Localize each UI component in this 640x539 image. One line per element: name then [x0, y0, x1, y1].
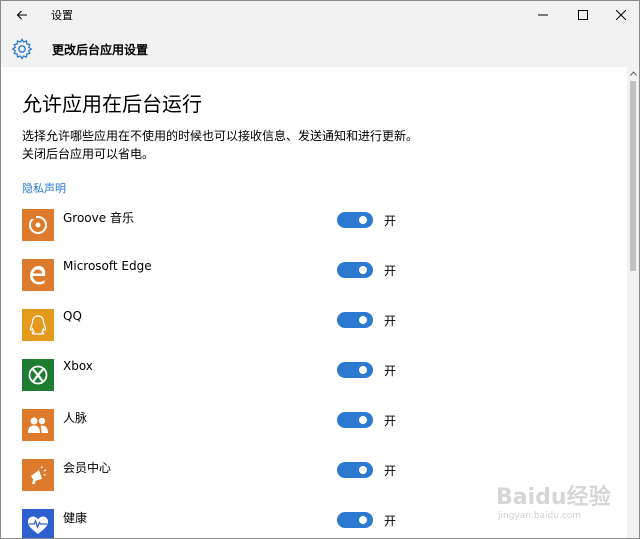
background-toggle-groove[interactable]: [337, 212, 373, 228]
groove-music-icon: [22, 209, 54, 241]
megaphone-icon: [22, 459, 54, 491]
privacy-statement-link[interactable]: 隐私声明: [22, 180, 66, 196]
header-title: 更改后台应用设置: [52, 43, 149, 57]
back-button[interactable]: [1, 1, 43, 29]
app-row-xbox: Xbox 开: [22, 359, 422, 393]
close-button[interactable]: [599, 1, 639, 29]
page-description: 选择允许哪些应用在不使用的时候也可以接收信息、发送通知和进行更新。关闭后台应用可…: [22, 129, 419, 161]
app-row-qq: QQ 开: [22, 309, 422, 343]
toggle-state-label: 开: [384, 464, 397, 478]
toggle-state-label: 开: [384, 414, 397, 428]
app-row-edge: Microsoft Edge 开: [22, 259, 422, 293]
watermark-brand: Baidu经验: [496, 485, 611, 510]
app-name: Microsoft Edge: [63, 259, 152, 273]
edge-icon: [22, 259, 54, 291]
scroll-up-button[interactable]: [627, 67, 639, 79]
toggle-state-label: 开: [384, 214, 397, 228]
toggle-knob: [359, 216, 367, 224]
qq-icon: [22, 309, 54, 341]
toggle-knob: [359, 416, 367, 424]
scroll-thumb[interactable]: [630, 81, 636, 271]
toggle-knob: [359, 466, 367, 474]
toggle-knob: [359, 366, 367, 374]
back-arrow-icon: [16, 10, 27, 20]
page-header: 更改后台应用设置: [1, 29, 639, 67]
watermark-url: jingyan.baidu.com: [498, 511, 582, 521]
maximize-icon: [578, 10, 588, 20]
app-name: 健康: [63, 511, 88, 525]
minimize-icon: [538, 14, 548, 16]
background-toggle-people[interactable]: [337, 412, 373, 428]
close-icon: [616, 10, 626, 20]
app-row-groove: Groove 音乐 开: [22, 209, 422, 243]
minimize-button[interactable]: [521, 1, 565, 29]
page-title: 允许应用在后台运行: [22, 92, 202, 116]
toggle-state-label: 开: [384, 364, 397, 378]
toggle-state-label: 开: [384, 314, 397, 328]
app-name: 人脉: [63, 411, 88, 425]
background-toggle-member-center[interactable]: [337, 462, 373, 478]
toggle-knob: [359, 266, 367, 274]
app-row-health: 健康 开: [22, 509, 422, 538]
background-toggle-edge[interactable]: [337, 262, 373, 278]
background-toggle-health[interactable]: [337, 512, 373, 528]
health-icon: [22, 509, 54, 538]
app-row-people: 人脉 开: [22, 409, 422, 443]
people-icon: [22, 409, 54, 441]
app-name: 会员中心: [63, 461, 112, 475]
background-toggle-xbox[interactable]: [337, 362, 373, 378]
toggle-knob: [359, 516, 367, 524]
window-title: 设置: [51, 9, 73, 22]
toggle-state-label: 开: [384, 514, 397, 528]
toggle-state-label: 开: [384, 264, 397, 278]
xbox-icon: [22, 359, 54, 391]
settings-window: 设置 更改后台应用设置 允许应用在后台运行 选择允许哪些应用在不使用的时候也可以…: [0, 0, 640, 539]
background-toggle-qq[interactable]: [337, 312, 373, 328]
vertical-scrollbar[interactable]: [627, 67, 639, 538]
baidu-watermark: Baidu经验 jingyan.baidu.com: [496, 469, 626, 529]
app-name: Xbox: [63, 359, 93, 373]
chevron-up-icon: [629, 70, 637, 76]
toggle-knob: [359, 316, 367, 324]
gear-icon: [11, 38, 33, 60]
title-bar: 设置: [1, 1, 639, 29]
app-name: Groove 音乐: [63, 211, 134, 225]
app-name: QQ: [63, 309, 82, 323]
app-row-member-center: 会员中心 开: [22, 459, 422, 493]
